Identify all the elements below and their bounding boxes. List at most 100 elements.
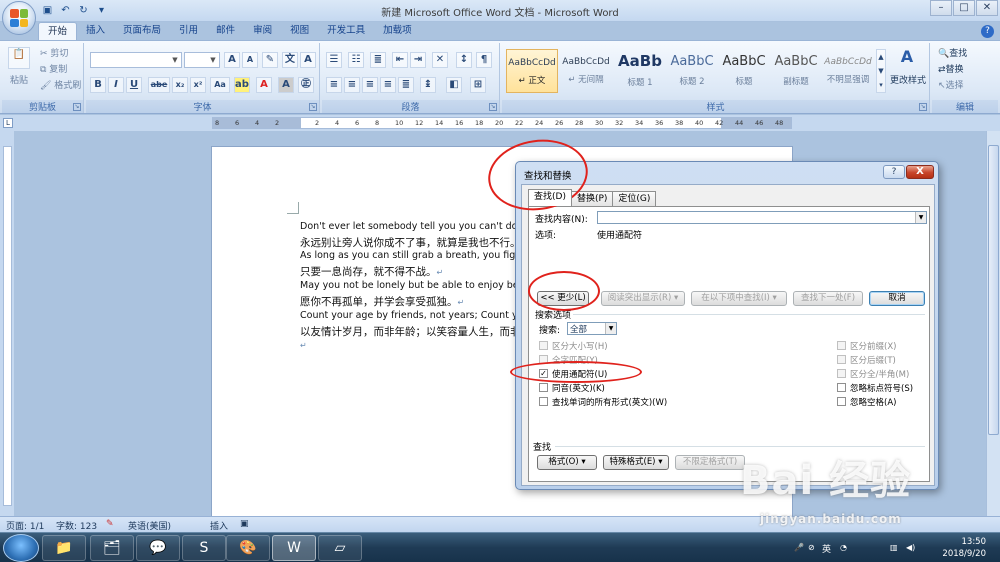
change-styles-button[interactable]: 更改样式 [890, 73, 926, 86]
justify-icon[interactable]: ≡ [380, 77, 396, 93]
help-icon[interactable]: ? [981, 25, 994, 38]
match-suffix-checkbox[interactable] [837, 355, 846, 364]
styles-scroll-icon[interactable]: ▲ ▼ ▾ [876, 49, 886, 93]
vertical-ruler[interactable] [0, 131, 14, 516]
tab-review[interactable]: 审阅 [244, 22, 281, 40]
taskbar-app-icon[interactable]: 📁 [42, 535, 86, 561]
bullets-icon[interactable]: ☰ [326, 52, 342, 68]
tab-insert[interactable]: 插入 [77, 22, 114, 40]
tab-add-ins[interactable]: 加载项 [374, 22, 421, 40]
find-button[interactable]: 🔍查找 [938, 46, 967, 59]
increase-indent-icon[interactable]: ⇥ [410, 52, 426, 68]
word-count[interactable]: 字数: 123 [56, 519, 97, 532]
paste-icon[interactable]: 📋 [8, 47, 30, 69]
start-button[interactable] [3, 534, 39, 562]
tab-selector-icon[interactable]: L [3, 118, 13, 128]
whole-word-checkbox[interactable] [539, 355, 548, 364]
dialog-close-button[interactable]: X [906, 165, 934, 179]
clock[interactable]: 13:50 2018/9/20 [942, 536, 986, 560]
change-styles-icon[interactable]: A [896, 47, 918, 69]
match-width-checkbox[interactable] [837, 369, 846, 378]
tab-references[interactable]: 引用 [170, 22, 207, 40]
font-color-icon[interactable]: A [256, 77, 272, 93]
ignore-punctuation-checkbox[interactable] [837, 383, 846, 392]
align-right-icon[interactable]: ≡ [362, 77, 378, 93]
sounds-like-checkbox[interactable] [539, 383, 548, 392]
find-in-button[interactable]: 在以下项中查找(I) ▾ [691, 291, 787, 306]
use-wildcards-checkbox[interactable]: ✓ [539, 369, 548, 378]
volume-icon[interactable]: ◀) [906, 543, 915, 552]
tab-goto[interactable]: 定位(G) [612, 191, 657, 206]
chinese-layout-icon[interactable]: ✕ [432, 52, 448, 68]
cut-button[interactable]: ✂ 剪切 [40, 46, 68, 59]
tray-icon[interactable]: ◔ [840, 543, 847, 552]
ignore-spaces-checkbox[interactable] [837, 397, 846, 406]
sort-icon[interactable]: ↕ [456, 52, 472, 68]
copy-button[interactable]: ⧉ 复制 [40, 62, 67, 75]
decrease-indent-icon[interactable]: ⇤ [392, 52, 408, 68]
dialog-launcher-icon[interactable]: ↘ [73, 103, 81, 111]
dialog-launcher-icon[interactable]: ↘ [489, 103, 497, 111]
superscript-button[interactable]: x² [190, 77, 206, 93]
dialog-help-button[interactable]: ? [883, 165, 905, 179]
subscript-button[interactable]: x₂ [172, 77, 188, 93]
tab-find[interactable]: 查找(D) [528, 189, 572, 206]
match-prefix-checkbox[interactable] [837, 341, 846, 350]
highlight-icon[interactable]: ab [234, 77, 250, 93]
grow-font-icon[interactable]: A [224, 52, 240, 68]
format-painter-button[interactable]: 🖌 格式刷 [40, 78, 81, 91]
tab-replace[interactable]: 替换(P) [570, 191, 614, 206]
dropdown-arrow-icon[interactable]: ▼ [915, 212, 926, 223]
enclose-char-icon[interactable]: ㊣ [298, 77, 314, 93]
page-count[interactable]: 页面: 1/1 [6, 519, 44, 532]
tab-view[interactable]: 视图 [281, 22, 318, 40]
underline-button[interactable]: U [126, 77, 142, 93]
network-icon[interactable]: ▥ [890, 543, 898, 552]
paint-icon[interactable]: 🎨 [226, 535, 270, 561]
multilevel-list-icon[interactable]: ≣ [370, 52, 386, 68]
align-left-icon[interactable]: ≡ [326, 77, 342, 93]
select-button[interactable]: ↖选择 [938, 78, 964, 91]
insert-mode[interactable]: 插入 [210, 519, 228, 532]
proofing-icon[interactable]: ✎ [106, 519, 114, 529]
show-marks-icon[interactable]: ¶ [476, 52, 492, 68]
clear-format-icon[interactable]: ✎ [262, 52, 278, 68]
change-case-button[interactable]: Aa [210, 77, 230, 93]
style-heading-2[interactable]: AaBbC 标题 2 [666, 49, 718, 93]
horizontal-ruler[interactable]: 8 6 4 2 2 4 6 8 10 12 14 16 18 20 22 24 26 28 30 32 34 36 38 40… [212, 117, 792, 129]
minimize-button[interactable]: – [930, 0, 952, 16]
tab-page-layout[interactable]: 页面布局 [114, 22, 170, 40]
all-word-forms-checkbox[interactable] [539, 397, 548, 406]
style-subtitle[interactable]: AaBbC 副标题 [770, 49, 822, 93]
tab-home[interactable]: 开始 [38, 22, 78, 40]
find-next-button[interactable]: 查找下一处(F) [793, 291, 863, 306]
tray-icon[interactable]: 🎤 [794, 543, 804, 552]
style-title[interactable]: AaBbC 标题 [718, 49, 770, 93]
bold-button[interactable]: B [90, 77, 106, 93]
match-case-checkbox[interactable] [539, 341, 548, 350]
cancel-button[interactable]: 取消 [869, 291, 925, 306]
find-what-input[interactable]: ▼ [597, 211, 927, 224]
char-shading-icon[interactable]: A [278, 77, 294, 93]
taskbar-app-icon[interactable]: 🗂 [90, 535, 134, 561]
word-taskbar-icon[interactable]: W [272, 535, 316, 561]
style-heading-1[interactable]: AaBb 标题 1 [614, 49, 666, 93]
distribute-icon[interactable]: ≣ [398, 77, 414, 93]
wechat-icon[interactable]: 💬 [136, 535, 180, 561]
shrink-font-icon[interactable]: A [242, 52, 258, 68]
macro-record-icon[interactable]: ▣ [240, 519, 249, 529]
search-direction-select[interactable]: 全部 ▼ [567, 322, 617, 335]
tray-icon[interactable]: ⊘ [808, 543, 815, 552]
shading-icon[interactable]: ◧ [446, 77, 462, 93]
align-center-icon[interactable]: ≡ [344, 77, 360, 93]
dialog-launcher-icon[interactable]: ↘ [309, 103, 317, 111]
style-no-spacing[interactable]: AaBbCcDd ↵ 无间隔 [560, 49, 612, 93]
paste-button[interactable]: 粘贴 [10, 73, 28, 86]
close-button[interactable]: ✕ [976, 0, 998, 16]
dialog-launcher-icon[interactable]: ↘ [919, 103, 927, 111]
font-name-combo[interactable]: ▼ [90, 52, 182, 68]
taskbar-app-icon[interactable]: S [182, 535, 226, 561]
style-subtle-emphasis[interactable]: AaBbCcDd 不明显强调 [822, 49, 874, 93]
maximize-button[interactable]: □ [953, 0, 975, 16]
reading-highlight-button[interactable]: 阅读突出显示(R) ▾ [601, 291, 685, 306]
